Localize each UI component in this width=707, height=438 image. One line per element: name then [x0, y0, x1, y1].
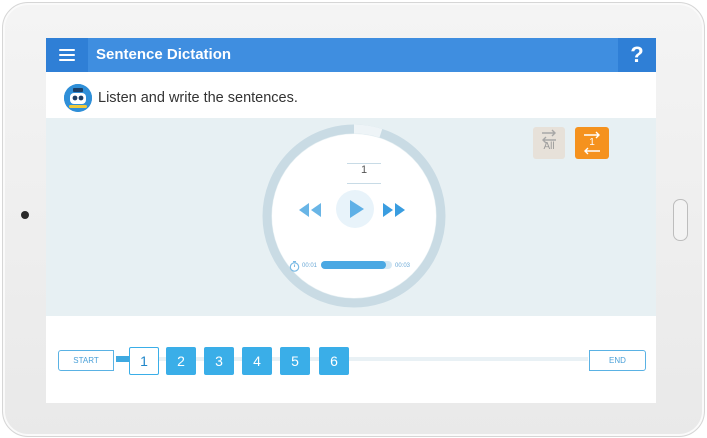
instruction-text: Listen and write the sentences. [98, 90, 298, 106]
play-button[interactable] [335, 189, 375, 234]
sentence-number: 1 [360, 164, 368, 176]
player-stage: All 1 1 00:01 00:03 [46, 118, 656, 316]
player-face: 1 00:01 00:03 [272, 134, 436, 298]
play-icon [336, 190, 374, 228]
total-time: 00:03 [395, 263, 411, 269]
menu-button[interactable] [46, 38, 88, 72]
fast-forward-icon [383, 203, 405, 217]
fast-forward-button[interactable] [381, 200, 407, 225]
header-bar: Sentence Dictation ? [46, 38, 656, 72]
hamburger-icon [59, 49, 75, 61]
audio-player: 1 00:01 00:03 [262, 124, 446, 308]
rewind-button[interactable] [297, 200, 323, 225]
timer-icon [289, 259, 300, 277]
end-label: END [589, 350, 646, 371]
progress-bar[interactable] [321, 261, 392, 269]
page-button-3[interactable]: 3 [204, 347, 234, 375]
home-button[interactable] [673, 199, 688, 241]
repeat-all-button[interactable]: All [533, 127, 565, 159]
elapsed-time: 00:01 [302, 263, 318, 269]
page-button-6[interactable]: 6 [319, 347, 349, 375]
page-button-2[interactable]: 2 [166, 347, 196, 375]
rewind-icon [299, 203, 321, 217]
app-screen: Sentence Dictation ? Listen and write th… [46, 38, 656, 403]
progress-rail-fill [116, 356, 130, 362]
page-button-4[interactable]: 4 [242, 347, 272, 375]
mascot-icon [64, 84, 92, 112]
camera-icon [21, 211, 29, 219]
page-button-1[interactable]: 1 [129, 347, 159, 375]
repeat-one-button[interactable]: 1 [575, 127, 609, 159]
repeat-one-label: 1 [589, 137, 595, 148]
start-label: START [58, 350, 114, 371]
instruction-row: Listen and write the sentences. [64, 83, 298, 113]
help-button[interactable]: ? [618, 38, 656, 72]
page-title: Sentence Dictation [96, 46, 232, 63]
page-button-5[interactable]: 5 [280, 347, 310, 375]
progress-fill [321, 261, 387, 269]
